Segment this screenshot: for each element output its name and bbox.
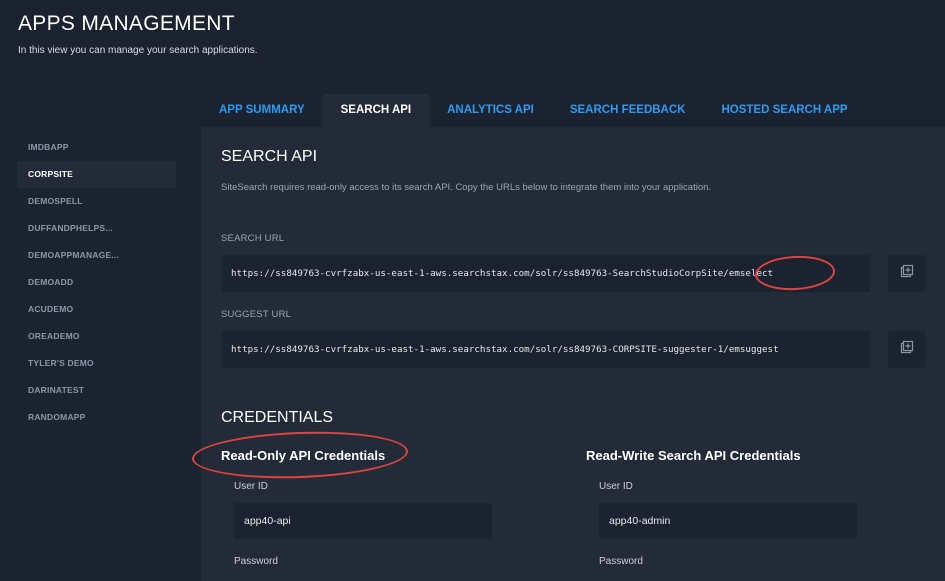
sidebar-item-corpsite[interactable]: CORPSITE	[17, 161, 176, 188]
sidebar-item-tylers-demo[interactable]: TYLER'S DEMO	[17, 350, 176, 377]
sidebar-item-demospell[interactable]: DEMOSPELL	[17, 188, 176, 215]
sidebar-item-oreademo[interactable]: OREADEMO	[17, 323, 176, 350]
tab-search-feedback[interactable]: SEARCH FEEDBACK	[552, 94, 704, 127]
sidebar-item-randomapp[interactable]: RANDOMAPP	[17, 404, 176, 431]
tab-hosted-search-app[interactable]: HOSTED SEARCH APP	[703, 94, 865, 127]
search-api-title: SEARCH API	[221, 148, 318, 165]
search-api-description: SiteSearch requires read-only access to …	[221, 182, 712, 193]
search-url-field[interactable]: https://ss849763-cvrfzabx-us-east-1-aws.…	[221, 255, 870, 292]
read-write-user-id-field[interactable]: app40-admin	[599, 503, 857, 539]
suggest-url-label: SUGGEST URL	[221, 309, 292, 320]
tab-search-api[interactable]: SEARCH API	[322, 94, 430, 127]
copy-icon	[900, 340, 914, 359]
read-only-password-label: Password	[234, 556, 278, 567]
tab-analytics-api[interactable]: ANALYTICS API	[429, 94, 552, 127]
sidebar-item-darinatest[interactable]: DARINATEST	[17, 377, 176, 404]
read-write-user-id-label: User ID	[599, 481, 633, 492]
suggest-url-field[interactable]: https://ss849763-cvrfzabx-us-east-1-aws.…	[221, 331, 870, 368]
copy-icon	[900, 264, 914, 283]
page-subtitle: In this view you can manage your search …	[18, 45, 258, 56]
app-list-sidebar: IMDBAPP CORPSITE DEMOSPELL DUFFANDPHELPS…	[17, 134, 176, 431]
copy-suggest-url-button[interactable]	[888, 331, 925, 368]
read-write-password-label: Password	[599, 556, 643, 567]
read-only-user-id-field[interactable]: app40-api	[234, 503, 492, 539]
sidebar-item-demoadd[interactable]: DEMOADD	[17, 269, 176, 296]
page-title: APPS MANAGEMENT	[18, 12, 235, 35]
copy-search-url-button[interactable]	[888, 255, 925, 292]
app-tabs: APP SUMMARY SEARCH API ANALYTICS API SEA…	[201, 94, 866, 127]
read-write-credentials-heading: Read-Write Search API Credentials	[586, 448, 801, 463]
read-only-user-id-label: User ID	[234, 481, 268, 492]
tab-app-summary[interactable]: APP SUMMARY	[201, 94, 323, 127]
sidebar-item-acudemo[interactable]: ACUDEMO	[17, 296, 176, 323]
sidebar-item-imdbapp[interactable]: IMDBAPP	[17, 134, 176, 161]
page-header: APPS MANAGEMENT In this view you can man…	[18, 12, 258, 56]
sidebar-item-duffandphelps[interactable]: DUFFANDPHELPS...	[17, 215, 176, 242]
read-only-credentials-heading: Read-Only API Credentials	[221, 448, 386, 463]
search-api-panel: SEARCH API SiteSearch requires read-only…	[191, 127, 945, 581]
search-url-label: SEARCH URL	[221, 233, 285, 244]
credentials-title: CREDENTIALS	[221, 409, 334, 426]
sidebar-item-demoappmanage[interactable]: DEMOAPPMANAGE...	[17, 242, 176, 269]
